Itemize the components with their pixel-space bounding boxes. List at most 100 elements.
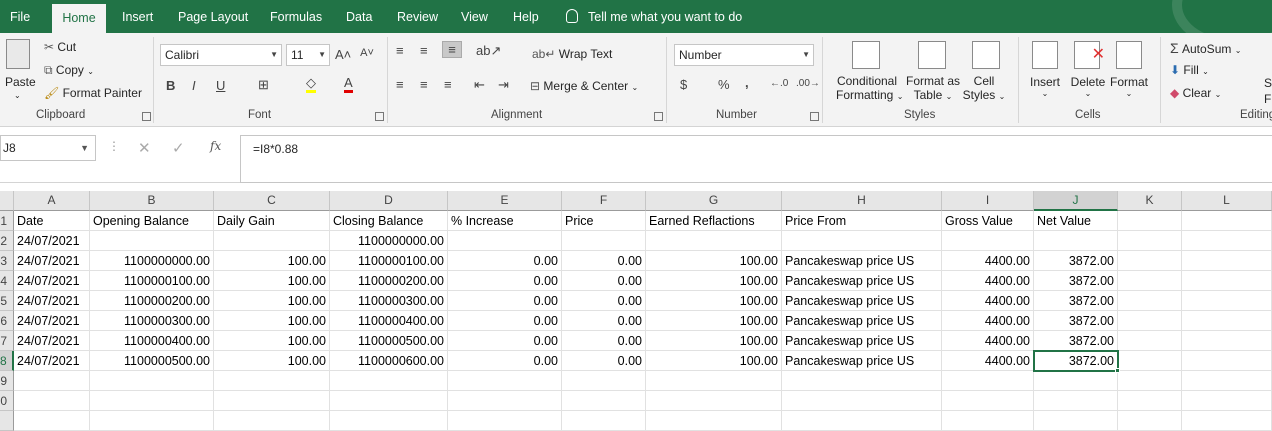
table-cell[interactable]: [448, 231, 562, 251]
copy-button[interactable]: ⧉ Copy ⌄: [44, 63, 94, 78]
table-cell[interactable]: Pancakeswap price US: [782, 311, 942, 331]
table-cell[interactable]: 4400.00: [942, 251, 1034, 271]
tell-me-search[interactable]: Tell me what you want to do: [566, 0, 742, 33]
table-cell[interactable]: 1100000000.00: [90, 251, 214, 271]
table-cell[interactable]: [562, 391, 646, 411]
italic-button[interactable]: I: [192, 78, 196, 93]
table-cell[interactable]: 0.00: [448, 251, 562, 271]
tab-data[interactable]: Data: [346, 0, 372, 33]
active-cell-j8[interactable]: 3872.00: [1033, 350, 1119, 372]
table-cell[interactable]: [1182, 211, 1272, 231]
table-cell[interactable]: [330, 391, 448, 411]
orientation-icon[interactable]: ab↗: [476, 43, 501, 59]
table-cell[interactable]: 24/07/2021: [14, 231, 90, 251]
table-cell[interactable]: 24/07/2021: [14, 291, 90, 311]
table-cell[interactable]: [1182, 331, 1272, 351]
table-cell[interactable]: Pancakeswap price US: [782, 251, 942, 271]
table-cell[interactable]: [1118, 211, 1182, 231]
sort-filter-button[interactable]: S Fi: [1264, 75, 1272, 107]
table-cell[interactable]: [1118, 371, 1182, 391]
table-cell[interactable]: 100.00: [214, 311, 330, 331]
alignment-launcher-icon[interactable]: [654, 112, 663, 121]
table-cell[interactable]: 0.00: [562, 291, 646, 311]
table-cell[interactable]: 100.00: [646, 291, 782, 311]
table-cell[interactable]: Pancakeswap price US: [782, 331, 942, 351]
tab-insert[interactable]: Insert: [122, 0, 153, 33]
table-cell[interactable]: Pancakeswap price US: [782, 351, 942, 371]
comma-button[interactable]: ,: [745, 75, 749, 90]
chevron-down-icon[interactable]: ⌄: [14, 91, 21, 100]
table-cell[interactable]: [782, 231, 942, 251]
column-header-g[interactable]: G: [646, 191, 782, 211]
column-header-k[interactable]: K: [1118, 191, 1182, 211]
table-cell[interactable]: [214, 391, 330, 411]
table-cell[interactable]: [562, 371, 646, 391]
number-format-select[interactable]: Number ▼: [674, 44, 814, 66]
table-cell[interactable]: 1100000500.00: [330, 331, 448, 351]
table-cell[interactable]: 3872.00: [1034, 331, 1118, 351]
table-cell[interactable]: [1182, 351, 1272, 371]
table-cell[interactable]: 100.00: [646, 351, 782, 371]
cell-styles-button[interactable]: Cell Styles ⌄: [962, 74, 1006, 102]
currency-button[interactable]: $: [680, 77, 687, 92]
table-cell[interactable]: [646, 391, 782, 411]
table-cell[interactable]: 0.00: [562, 271, 646, 291]
clipboard-launcher-icon[interactable]: [142, 112, 151, 121]
autosum-button[interactable]: Σ AutoSum ⌄: [1170, 40, 1241, 56]
bold-button[interactable]: B: [166, 78, 175, 93]
align-bottom-icon[interactable]: ≡: [442, 41, 462, 58]
table-cell[interactable]: 0.00: [448, 351, 562, 371]
tab-file[interactable]: File: [10, 0, 30, 33]
increase-indent-icon[interactable]: ⇥: [498, 77, 509, 93]
header-cell[interactable]: Price: [562, 211, 646, 231]
column-header-d[interactable]: D: [330, 191, 448, 211]
table-cell[interactable]: [1118, 351, 1182, 371]
header-cell[interactable]: Opening Balance: [90, 211, 214, 231]
increase-decimal-icon[interactable]: ←.0: [770, 78, 788, 89]
table-cell[interactable]: 100.00: [214, 251, 330, 271]
increase-font-icon[interactable]: A˄: [335, 47, 351, 62]
table-cell[interactable]: [214, 411, 330, 431]
table-cell[interactable]: 1100000100.00: [90, 271, 214, 291]
align-right-icon[interactable]: ≡: [444, 77, 452, 92]
table-cell[interactable]: [1182, 391, 1272, 411]
table-cell[interactable]: 1100000600.00: [330, 351, 448, 371]
row-header[interactable]: 1: [0, 211, 14, 231]
header-cell[interactable]: Price From: [782, 211, 942, 231]
align-left-icon[interactable]: ≡: [396, 77, 404, 92]
table-cell[interactable]: [1182, 411, 1272, 431]
table-cell[interactable]: [1034, 231, 1118, 251]
table-cell[interactable]: 3872.00: [1034, 271, 1118, 291]
conditional-formatting-button[interactable]: Conditional Formatting ⌄: [836, 74, 903, 102]
table-cell[interactable]: 1100000000.00: [330, 231, 448, 251]
table-cell[interactable]: 24/07/2021: [14, 311, 90, 331]
formula-input[interactable]: =I8*0.88: [240, 135, 1272, 183]
table-cell[interactable]: 3872.00: [1034, 251, 1118, 271]
table-cell[interactable]: 1100000300.00: [330, 291, 448, 311]
row-header[interactable]: 0: [0, 391, 14, 411]
header-cell[interactable]: Earned Reflactions: [646, 211, 782, 231]
tab-home[interactable]: Home: [52, 4, 106, 33]
table-cell[interactable]: 3872.00: [1034, 311, 1118, 331]
table-cell[interactable]: [1182, 271, 1272, 291]
table-cell[interactable]: [1118, 231, 1182, 251]
table-cell[interactable]: [646, 371, 782, 391]
table-cell[interactable]: [782, 391, 942, 411]
table-cell[interactable]: [942, 391, 1034, 411]
fill-handle[interactable]: [1115, 368, 1120, 373]
table-cell[interactable]: [782, 371, 942, 391]
table-cell[interactable]: 100.00: [646, 311, 782, 331]
table-cell[interactable]: 1100000400.00: [330, 311, 448, 331]
delete-cells-button[interactable]: Delete ⌄: [1068, 75, 1108, 98]
table-cell[interactable]: 100.00: [214, 291, 330, 311]
table-cell[interactable]: [90, 231, 214, 251]
row-header[interactable]: [0, 411, 14, 431]
table-cell[interactable]: Pancakeswap price US: [782, 291, 942, 311]
table-cell[interactable]: 24/07/2021: [14, 331, 90, 351]
name-box[interactable]: J8 ▼: [0, 135, 96, 161]
header-cell[interactable]: Gross Value: [942, 211, 1034, 231]
select-all-corner[interactable]: [0, 191, 14, 211]
table-cell[interactable]: [90, 371, 214, 391]
column-header-b[interactable]: B: [90, 191, 214, 211]
clear-button[interactable]: ◆ Clear ⌄: [1170, 86, 1221, 100]
